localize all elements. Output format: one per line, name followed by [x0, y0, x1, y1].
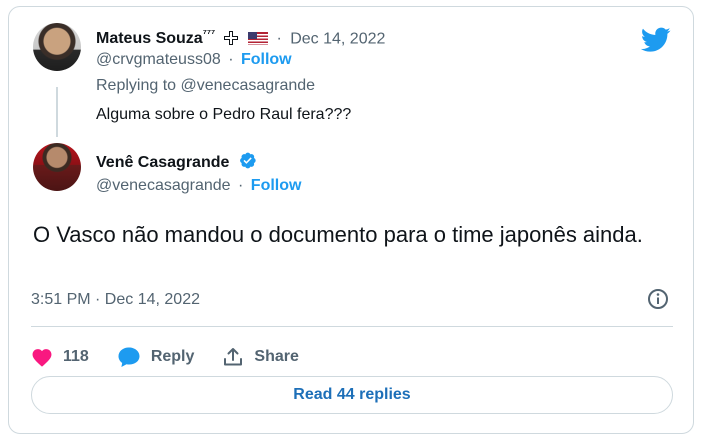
like-button[interactable]: 118: [31, 347, 89, 367]
reply-author-name-text: Mateus Souza: [96, 30, 203, 48]
avatar-mateus[interactable]: [33, 23, 81, 71]
share-icon: [224, 348, 243, 366]
share-label: Share: [254, 348, 299, 365]
us-flag-icon: [247, 32, 268, 46]
separator: ·: [276, 30, 282, 48]
reply-author-handle[interactable]: @crvgmateuss08: [96, 51, 221, 68]
replying-to-handle[interactable]: @venecasagrande: [181, 77, 316, 94]
reply-tweet-text: Alguma sobre o Pedro Raul fera???: [96, 106, 352, 123]
vasco-cross-icon: [223, 31, 238, 46]
main-author-handle[interactable]: @venecasagrande: [96, 177, 231, 194]
thread-line: [56, 87, 58, 137]
main-tweet-text: O Vasco não mandou o documento para o ti…: [33, 222, 643, 247]
divider: [31, 326, 673, 327]
verified-badge-icon: [239, 152, 256, 169]
separator: ·: [238, 177, 244, 194]
tweet-timestamp[interactable]: 3:51 PM · Dec 14, 2022: [31, 290, 200, 310]
reply-date[interactable]: Dec 14, 2022: [290, 30, 385, 47]
reply-bubble-icon: [118, 347, 140, 367]
reply-label: Reply: [150, 348, 195, 365]
info-icon[interactable]: [647, 288, 669, 310]
replying-to-line: Replying to @venecasagrande: [96, 76, 315, 96]
follow-button-main-author[interactable]: Follow: [251, 177, 302, 194]
twitter-bird-icon[interactable]: [641, 27, 671, 53]
share-button[interactable]: Share: [222, 346, 299, 368]
replying-to-prefix: Replying to: [96, 77, 181, 94]
reply-author-name[interactable]: Mateus Souza⁷⁷⁷: [96, 29, 216, 48]
separator: ·: [228, 51, 234, 68]
heart-icon: [32, 349, 52, 367]
like-count: 118: [63, 348, 89, 365]
reply-button[interactable]: Reply: [117, 346, 195, 368]
read-replies-button[interactable]: Read 44 replies: [31, 376, 673, 414]
action-bar: 118 Reply Share: [31, 337, 327, 377]
reply-author-name-suffix: ⁷⁷⁷: [202, 29, 216, 40]
follow-button-reply-author[interactable]: Follow: [241, 51, 292, 68]
main-author-name[interactable]: Venê Casagrande: [96, 154, 229, 171]
tweet-embed-card: Mateus Souza⁷⁷⁷ · Dec 14, 2022 @crvgmate…: [8, 6, 694, 434]
avatar-vene[interactable]: [33, 143, 81, 191]
